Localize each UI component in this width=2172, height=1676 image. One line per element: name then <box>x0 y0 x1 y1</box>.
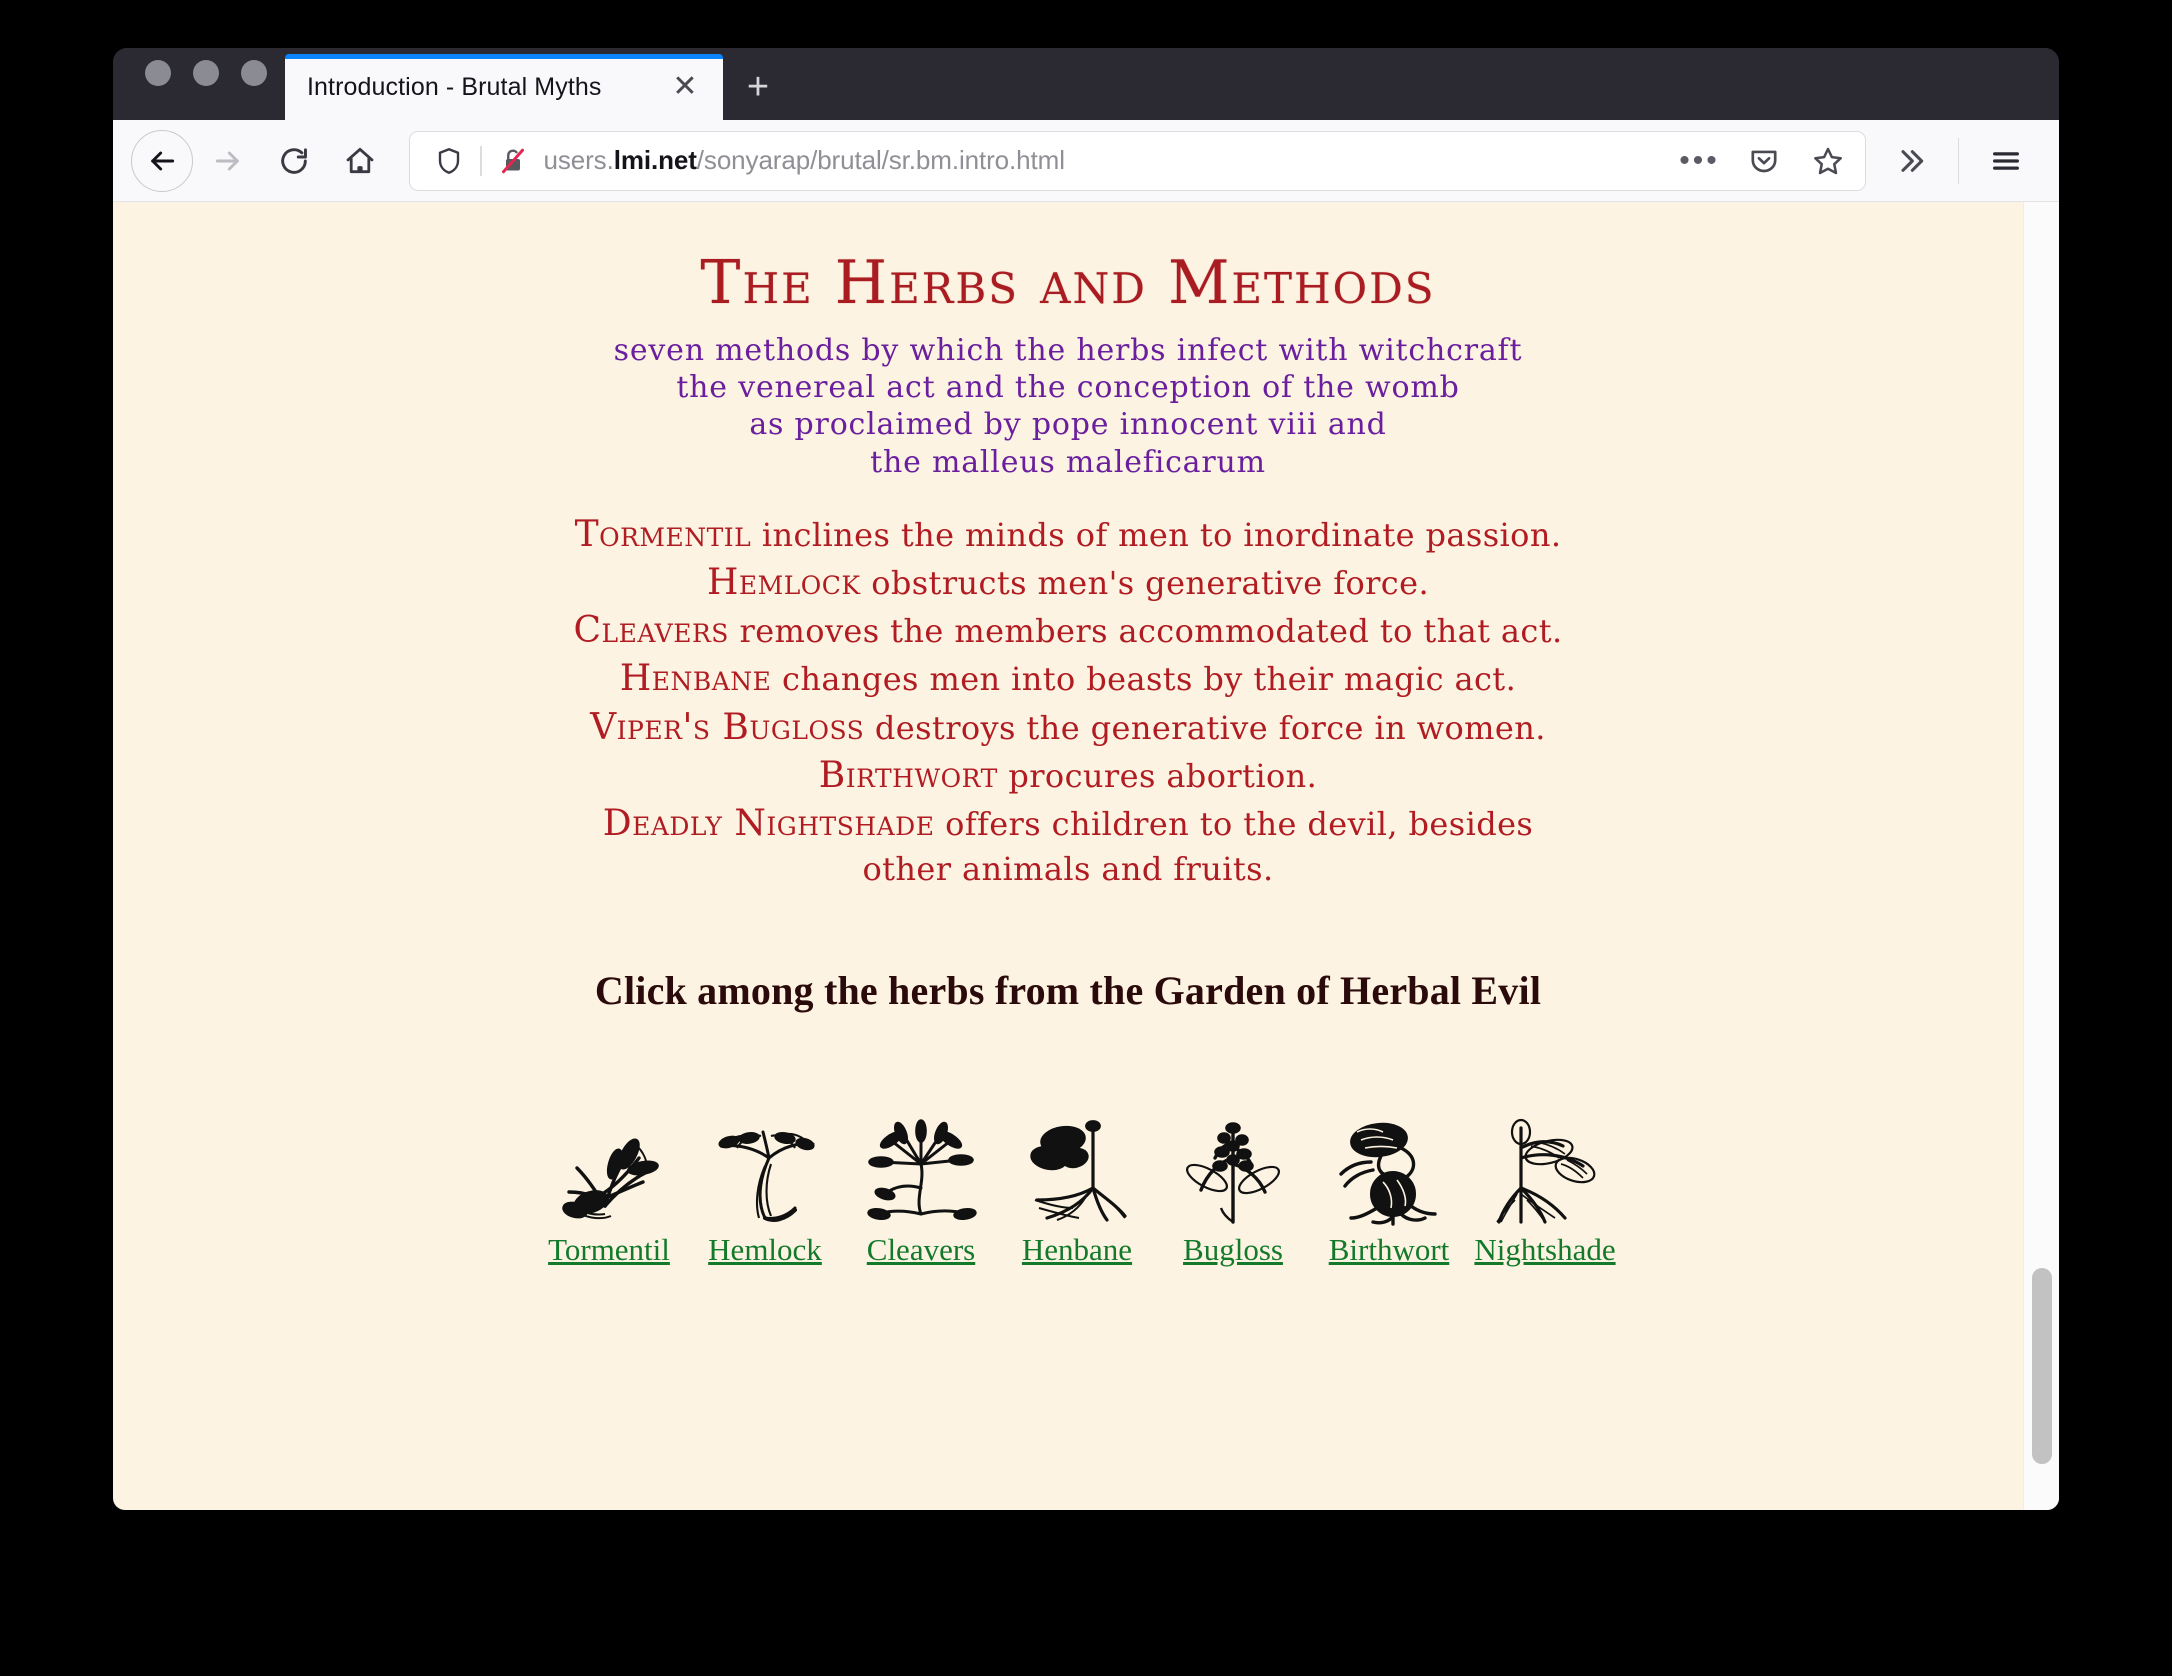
herb-item-nightshade[interactable]: Nightshade <box>1474 1114 1616 1268</box>
forward-arrow-icon <box>212 145 244 177</box>
herb-link-henbane[interactable]: Henbane <box>1022 1232 1132 1268</box>
method-name: Henbane <box>619 658 772 700</box>
method-name: Viper's Bugloss <box>590 706 865 748</box>
herb-item-henbane[interactable]: Henbane <box>1013 1114 1141 1268</box>
subtitle-line: the malleus maleficarum <box>870 444 1266 480</box>
subtitle-line: as proclaimed by pope innocent viii and <box>749 407 1387 443</box>
method-name: Deadly Nightshade <box>602 803 935 845</box>
subtitle-line: seven methods by which the herbs infect … <box>613 333 1523 368</box>
herb-item-tormentil[interactable]: Tormentil <box>545 1114 673 1268</box>
method-line: Birthwort procures abortion. <box>113 752 2023 800</box>
home-icon <box>344 145 376 177</box>
method-text: inclines the minds of men to inordinate … <box>761 515 1562 554</box>
subtitle-line: the venereal act and the conception of t… <box>676 370 1460 406</box>
toolbar-divider <box>1957 137 1959 184</box>
broken-lock-icon[interactable] <box>492 146 534 176</box>
app-menu-button[interactable] <box>1975 130 2037 192</box>
method-name: Tormentil <box>574 513 752 555</box>
url-domain: lmi.net <box>613 145 697 175</box>
reload-button[interactable] <box>263 130 325 192</box>
methods-list: Tormentil inclines the minds of men to i… <box>113 511 2023 892</box>
method-name: Hemlock <box>706 561 861 603</box>
close-tab-icon[interactable]: ✕ <box>665 67 705 107</box>
method-name: Birthwort <box>818 754 998 796</box>
herb-item-cleavers[interactable]: Cleavers <box>857 1114 985 1268</box>
scrollbar-thumb[interactable] <box>2032 1268 2052 1464</box>
method-line: Henbane changes men into beasts by their… <box>113 655 2023 703</box>
herb-item-hemlock[interactable]: Hemlock <box>701 1114 829 1268</box>
method-text: offers children to the devil, besides <box>945 805 1534 844</box>
method-line: Deadly Nightshade offers children to the… <box>113 800 2023 848</box>
cleavers-woodcut-icon[interactable] <box>861 1114 981 1226</box>
home-button[interactable] <box>329 130 391 192</box>
chevrons-right-icon <box>1895 145 1927 177</box>
herb-link-hemlock[interactable]: Hemlock <box>708 1232 822 1268</box>
address-bar[interactable]: users.lmi.net/sonyarap/brutal/sr.bm.intr… <box>409 130 1866 191</box>
tab-introduction-brutal-myths[interactable]: Introduction - Brutal Myths ✕ <box>285 54 723 120</box>
callout-text: Click among the herbs from the Garden of… <box>594 968 1542 1014</box>
method-line: Tormentil inclines the minds of men to i… <box>113 511 2023 559</box>
page-actions-button[interactable]: ••• <box>1673 134 1727 188</box>
hamburger-menu-icon <box>1989 144 2023 178</box>
maximize-window-button[interactable] <box>241 60 267 86</box>
vertical-scrollbar[interactable] <box>2023 202 2059 1510</box>
navigation-toolbar: users.lmi.net/sonyarap/brutal/sr.bm.intr… <box>113 120 2059 202</box>
hemlock-woodcut-icon[interactable] <box>705 1114 825 1226</box>
overflow-button[interactable] <box>1880 130 1942 192</box>
url-text[interactable]: users.lmi.net/sonyarap/brutal/sr.bm.intr… <box>544 145 1663 176</box>
minimize-window-button[interactable] <box>193 60 219 86</box>
herb-item-bugloss[interactable]: Bugloss <box>1169 1114 1297 1268</box>
method-line: other animals and fruits. <box>113 848 2023 891</box>
tab-strip: Introduction - Brutal Myths ✕ + <box>113 48 2059 120</box>
method-line: Viper's Bugloss destroys the generative … <box>113 704 2023 752</box>
method-text: procures abortion. <box>1008 756 1318 795</box>
birthwort-woodcut-icon[interactable] <box>1329 1114 1449 1226</box>
reload-icon <box>278 145 310 177</box>
method-text: other animals and fruits. <box>862 850 1274 889</box>
tabs-row: Introduction - Brutal Myths ✕ + <box>267 48 793 120</box>
url-prefix: users. <box>543 145 614 175</box>
herb-link-bugloss[interactable]: Bugloss <box>1183 1232 1283 1268</box>
shield-icon[interactable] <box>428 146 470 176</box>
page-subtitle: seven methods by which the herbs infect … <box>113 332 2023 481</box>
herb-link-tormentil[interactable]: Tormentil <box>548 1232 670 1268</box>
content-viewport: The Herbs and Methods seven methods by w… <box>113 202 2059 1510</box>
tab-title: Introduction - Brutal Myths <box>307 72 602 101</box>
forward-button <box>197 130 259 192</box>
page-title: The Herbs and Methods <box>700 248 1436 318</box>
back-arrow-icon <box>146 145 178 177</box>
method-line: Hemlock obstructs men's generative force… <box>113 559 2023 607</box>
pocket-icon[interactable] <box>1737 134 1791 188</box>
method-name: Cleavers <box>573 610 729 652</box>
method-text: obstructs men's generative force. <box>871 563 1430 602</box>
method-line: Cleavers removes the members accommodate… <box>113 607 2023 655</box>
close-window-button[interactable] <box>145 60 171 86</box>
herb-link-cleavers[interactable]: Cleavers <box>867 1232 975 1268</box>
tormentil-woodcut-icon[interactable] <box>549 1114 669 1226</box>
herb-item-birthwort[interactable]: Birthwort <box>1325 1114 1453 1268</box>
herb-gallery: Tormentil Hemlock Cleavers Henbane Buglo… <box>113 1114 2023 1268</box>
nightshade-woodcut-icon[interactable] <box>1485 1114 1605 1226</box>
herb-link-birthwort[interactable]: Birthwort <box>1329 1232 1450 1268</box>
henbane-woodcut-icon[interactable] <box>1017 1114 1137 1226</box>
window-controls <box>113 48 267 120</box>
bugloss-woodcut-icon[interactable] <box>1173 1114 1293 1226</box>
url-path: /sonyarap/brutal/sr.bm.intro.html <box>696 145 1065 175</box>
back-button[interactable] <box>131 129 193 192</box>
urlbar-divider <box>480 145 482 176</box>
browser-window: Introduction - Brutal Myths ✕ + users.lm… <box>113 48 2059 1510</box>
method-text: changes men into beasts by their magic a… <box>782 660 1517 699</box>
herb-link-nightshade[interactable]: Nightshade <box>1474 1232 1615 1268</box>
web-page: The Herbs and Methods seven methods by w… <box>113 202 2023 1510</box>
method-text: destroys the generative force in women. <box>874 708 1546 747</box>
new-tab-button[interactable]: + <box>723 54 793 120</box>
method-text: removes the members accommodated to that… <box>739 612 1563 651</box>
star-icon[interactable] <box>1801 134 1855 188</box>
